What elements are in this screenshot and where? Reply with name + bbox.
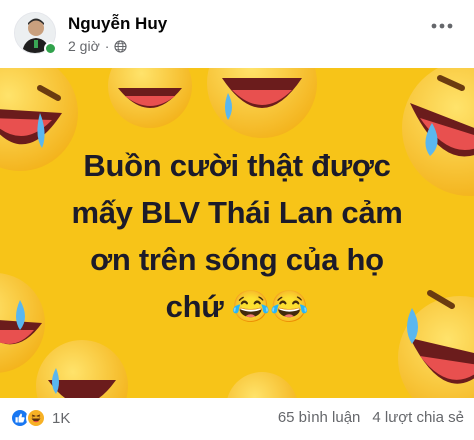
online-status-indicator [44,42,57,55]
laughing-emoji-icon [207,68,317,138]
reaction-count: 1K [52,409,71,427]
post-text-line: chứ 😂😂 [165,289,309,324]
post-meta: 2 giờ · [68,38,128,54]
post-header: Nguyễn Huy 2 giờ · [0,0,474,68]
engagement-stats: 65 bình luận 4 lượt chia sẻ [278,409,464,426]
globe-icon[interactable] [114,39,128,53]
post-text-line: ơn trên sóng của họ [90,242,384,277]
reaction-summary[interactable]: 1K [10,408,70,428]
comment-count-link[interactable]: 65 bình luận [278,409,361,426]
author-name[interactable]: Nguyễn Huy [68,14,167,34]
post-footer: 1K 65 bình luận 4 lượt chia sẻ [0,398,474,440]
laughing-emoji-icon [36,340,128,398]
post-time[interactable]: 2 giờ [68,38,100,54]
post-text-line: mấy BLV Thái Lan cảm [71,195,403,230]
more-options-button[interactable] [424,8,460,44]
more-options-icon [431,23,453,29]
post-image[interactable]: Buồn cười thật được mấy BLV Thái Lan cảm… [0,68,474,398]
post-text: Buồn cười thật được mấy BLV Thái Lan cảm… [0,142,474,330]
laughing-emoji-icon [227,372,297,398]
laughing-emoji-icon [108,68,192,128]
share-count-link[interactable]: 4 lượt chia sẻ [372,409,464,426]
meta-separator: · [104,38,110,54]
haha-icon [26,408,46,428]
post-text-line: Buồn cười thật được [83,148,391,183]
